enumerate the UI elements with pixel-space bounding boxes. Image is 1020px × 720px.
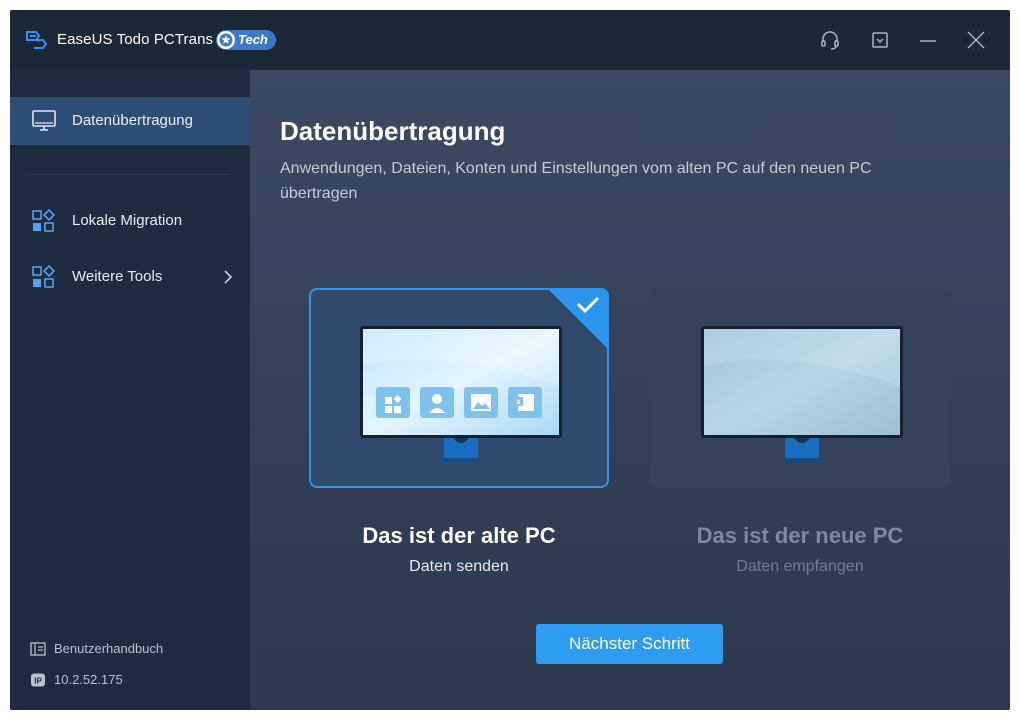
headset-icon: [821, 31, 839, 50]
page-subtitle: Anwendungen, Dateien, Konten und Einstel…: [280, 160, 872, 202]
close-icon: [967, 31, 985, 49]
sidebar-item-label: Weitere Tools: [72, 268, 163, 285]
svg-text:X: X: [516, 400, 521, 407]
sidebar-item-label: Lokale Migration: [72, 212, 183, 229]
sidebar-item-weitere-tools[interactable]: Weitere Tools: [10, 253, 250, 301]
sidebar-item-lokale-migration[interactable]: Lokale Migration: [10, 197, 250, 245]
dropdown-menu-icon: [872, 32, 888, 48]
sidebar: Datenübertragung Lokale Migration Weiter…: [10, 70, 250, 710]
manual-label: Benutzerhandbuch: [54, 641, 164, 656]
minimize-icon: [920, 40, 936, 42]
app-grid-icon: [32, 209, 56, 232]
sidebar-item-datenuebertragung[interactable]: Datenübertragung: [10, 97, 250, 145]
app-title: EaseUS Todo PCTrans: [57, 31, 214, 48]
menu-button[interactable]: [868, 28, 892, 52]
sidebar-item-label: Datenübertragung: [72, 112, 193, 129]
new-pc-title: Das ist der neue PC: [696, 523, 904, 548]
old-pc-subtitle: Daten senden: [409, 558, 509, 575]
transfer-arrow-icon: [26, 31, 48, 49]
old-pc-title: Das ist der alte PC: [362, 523, 556, 548]
monitor-illustration: X: [360, 326, 562, 462]
monitor-illustration: [701, 326, 903, 462]
minimize-button[interactable]: [916, 28, 940, 52]
old-pc-card[interactable]: X: [309, 288, 609, 488]
app-grid-icon: [32, 265, 56, 288]
monitor-icon: [32, 110, 56, 131]
tech-badge: Tech: [216, 30, 276, 50]
support-button[interactable]: [818, 28, 842, 52]
main-panel: Datenübertragung Anwendungen, Dateien, K…: [250, 70, 1010, 710]
next-step-button[interactable]: Nächster Schritt: [536, 624, 723, 664]
sidebar-divider: [30, 174, 230, 175]
tech-badge-label: Tech: [238, 32, 268, 47]
ip-label: 10.2.52.175: [54, 672, 123, 687]
app-window: EaseUS Todo PCTrans Tech Datenübertragun…: [10, 10, 1010, 710]
page-title: Datenübertragung: [280, 116, 506, 146]
chevron-right-icon: [224, 270, 233, 284]
close-button[interactable]: [964, 28, 988, 52]
ip-badge-icon: IP: [31, 673, 45, 687]
star-icon: [217, 31, 235, 49]
new-pc-card[interactable]: [650, 288, 950, 488]
svg-text:IP: IP: [34, 677, 42, 686]
book-icon: [30, 642, 46, 656]
title-bar: EaseUS Todo PCTrans Tech: [10, 10, 1010, 70]
new-pc-subtitle: Daten empfangen: [736, 558, 864, 575]
